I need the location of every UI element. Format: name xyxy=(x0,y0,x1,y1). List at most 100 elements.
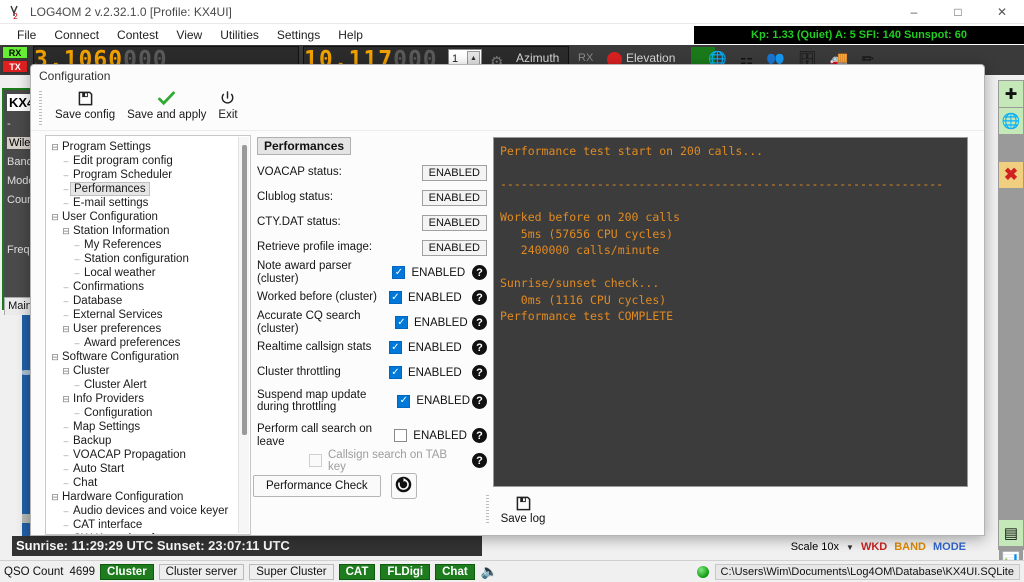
status-fldigi[interactable]: FLDigi xyxy=(380,563,431,580)
tree-expander-icon[interactable]: ⊟ xyxy=(50,352,60,363)
tree-item-external-services[interactable]: – External Services xyxy=(50,308,250,322)
tree-item-confirmations[interactable]: – Confirmations xyxy=(50,280,250,294)
setting-checkbox[interactable]: ✓ xyxy=(389,291,402,304)
tree-item-program-scheduler[interactable]: – Program Scheduler xyxy=(50,168,250,182)
tree-item-database[interactable]: – Database xyxy=(50,294,250,308)
menu-connect[interactable]: Connect xyxy=(45,26,108,44)
tree-item-e-mail-settings[interactable]: – E-mail settings xyxy=(50,196,250,210)
tree-item-cw-keyer-interface[interactable]: –CW Keyer interface xyxy=(50,532,250,534)
help-icon[interactable]: ? xyxy=(472,315,487,330)
maximize-button[interactable]: □ xyxy=(936,0,980,24)
performance-check-button[interactable]: Performance Check xyxy=(253,475,381,497)
tree-item-configuration[interactable]: – Configuration xyxy=(50,406,250,420)
sidebar-name: Wile xyxy=(7,137,33,149)
refresh-button[interactable] xyxy=(390,473,417,499)
tree-expander-icon[interactable]: ⊟ xyxy=(61,324,71,335)
tree-item-my-references[interactable]: – My References xyxy=(50,238,250,252)
filter-mode[interactable]: MODE xyxy=(933,541,966,553)
space-weather-status: Kp: 1.33 (Quiet) A: 5 SFI: 140 Sunspot: … xyxy=(694,26,1024,44)
close-red-icon[interactable]: ✖ xyxy=(999,162,1023,188)
tree-item-chat[interactable]: – Chat xyxy=(50,476,250,490)
power-icon xyxy=(220,88,235,108)
tree-item-station-information[interactable]: ⊟ Station Information xyxy=(50,224,250,238)
list-icon[interactable]: ▤ xyxy=(999,520,1023,546)
filter-wkd[interactable]: WKD xyxy=(861,541,887,553)
tree-expander-icon[interactable]: ⊟ xyxy=(61,366,71,377)
speaker-icon[interactable]: 🔈 xyxy=(481,563,498,580)
toolbar-drag-handle[interactable] xyxy=(39,91,42,127)
tree-item-label: Audio devices and voice keyer xyxy=(73,505,229,517)
tree-item-audio-devices-and-voice-keyer[interactable]: – Audio devices and voice keyer xyxy=(50,504,250,518)
help-icon[interactable]: ? xyxy=(472,393,487,409)
status-row-label: CTY.DAT status: xyxy=(257,216,341,228)
setting-checkbox[interactable]: ✓ xyxy=(389,341,402,354)
status-cluster[interactable]: Cluster xyxy=(100,563,154,580)
tree-item-edit-program-config[interactable]: – Edit program config xyxy=(50,154,250,168)
tree-item-cluster[interactable]: ⊟ Cluster xyxy=(50,364,250,378)
help-icon[interactable]: ? xyxy=(472,340,487,355)
setting-checkbox[interactable]: ✓ xyxy=(389,366,402,379)
tree-item-label: Database xyxy=(73,295,123,307)
tab-key-search-row: ✓ Callsign search on TAB key ? xyxy=(257,448,487,473)
tree-item-software-configuration[interactable]: ⊟ Software Configuration xyxy=(50,350,250,364)
menu-contest[interactable]: Contest xyxy=(108,26,167,44)
menu-file[interactable]: File xyxy=(8,26,45,44)
tree-item-label: CW Keyer interface xyxy=(71,533,175,534)
help-icon[interactable]: ? xyxy=(472,365,487,380)
save-log-button[interactable]: Save log xyxy=(486,494,551,525)
close-button[interactable]: ✕ xyxy=(980,0,1024,24)
scale-value[interactable]: Scale 10x xyxy=(791,541,839,553)
tree-item-label: Software Configuration xyxy=(62,351,179,363)
setting-checkbox[interactable]: ✓ xyxy=(392,266,406,279)
tree-expander-icon[interactable]: ⊟ xyxy=(61,394,71,405)
status-cat[interactable]: CAT xyxy=(338,563,376,580)
setting-checkbox[interactable]: ✓ xyxy=(394,316,408,329)
tree-item-user-configuration[interactable]: ⊟ User Configuration xyxy=(50,210,250,224)
tree-expander-icon[interactable]: ⊟ xyxy=(61,226,71,237)
tree-item-cluster-alert[interactable]: – Cluster Alert xyxy=(50,378,250,392)
menu-settings[interactable]: Settings xyxy=(268,26,329,44)
help-icon[interactable]: ? xyxy=(472,428,487,443)
tree-scrollbar-thumb[interactable] xyxy=(242,145,247,435)
tree-item-auto-start[interactable]: – Auto Start xyxy=(50,462,250,476)
chevron-down-icon[interactable]: ▼ xyxy=(846,543,854,552)
save-config-button[interactable]: Save config xyxy=(49,87,121,122)
tree-item-info-providers[interactable]: ⊟ Info Providers xyxy=(50,392,250,406)
menu-utilities[interactable]: Utilities xyxy=(211,26,268,44)
help-icon[interactable]: ? xyxy=(472,265,487,280)
tree-item-label: Edit program config xyxy=(73,155,173,167)
tree-item-user-preferences[interactable]: ⊟ User preferences xyxy=(50,322,250,336)
setting-checkbox[interactable]: ✓ xyxy=(397,394,411,408)
tree-item-voacap-propagation[interactable]: – VOACAP Propagation xyxy=(50,448,250,462)
globe-icon[interactable]: 🌐 xyxy=(999,108,1023,134)
tree-item-map-settings[interactable]: – Map Settings xyxy=(50,420,250,434)
rail-spacer xyxy=(999,189,1023,519)
status-cluster-server[interactable]: Cluster server xyxy=(158,563,245,580)
tree-scrollbar[interactable] xyxy=(238,137,249,533)
tree-expander-icon[interactable]: ⊟ xyxy=(50,212,60,223)
add-icon[interactable]: ✚ xyxy=(999,81,1023,107)
tree-expander-icon[interactable]: ⊟ xyxy=(50,492,60,503)
tree-item-station-configuration[interactable]: – Station configuration xyxy=(50,252,250,266)
menu-view[interactable]: View xyxy=(167,26,211,44)
tree-item-award-preferences[interactable]: – Award preferences xyxy=(50,336,250,350)
tree-item-cat-interface[interactable]: – CAT interface xyxy=(50,518,250,532)
help-icon[interactable]: ? xyxy=(472,290,487,305)
tree-item-label: User Configuration xyxy=(62,211,158,223)
tree-item-program-settings[interactable]: ⊟ Program Settings xyxy=(50,140,250,154)
exit-button[interactable]: Exit xyxy=(212,87,243,122)
tree-item-performances[interactable]: – Performances xyxy=(50,182,250,196)
tree-item-hardware-configuration[interactable]: ⊟ Hardware Configuration xyxy=(50,490,250,504)
tree-item-local-weather[interactable]: – Local weather xyxy=(50,266,250,280)
minimize-button[interactable]: – xyxy=(892,0,936,24)
save-and-apply-button[interactable]: Save and apply xyxy=(121,87,212,122)
menu-help[interactable]: Help xyxy=(329,26,372,44)
status-chat[interactable]: Chat xyxy=(435,563,475,580)
help-icon[interactable]: ? xyxy=(472,453,487,468)
filter-band[interactable]: BAND xyxy=(894,541,926,553)
save-log-drag-handle[interactable] xyxy=(486,495,489,525)
setting-checkbox[interactable]: ✓ xyxy=(394,429,408,442)
tree-expander-icon[interactable]: ⊟ xyxy=(50,142,60,153)
status-super-cluster[interactable]: Super Cluster xyxy=(249,563,334,580)
tree-item-backup[interactable]: – Backup xyxy=(50,434,250,448)
